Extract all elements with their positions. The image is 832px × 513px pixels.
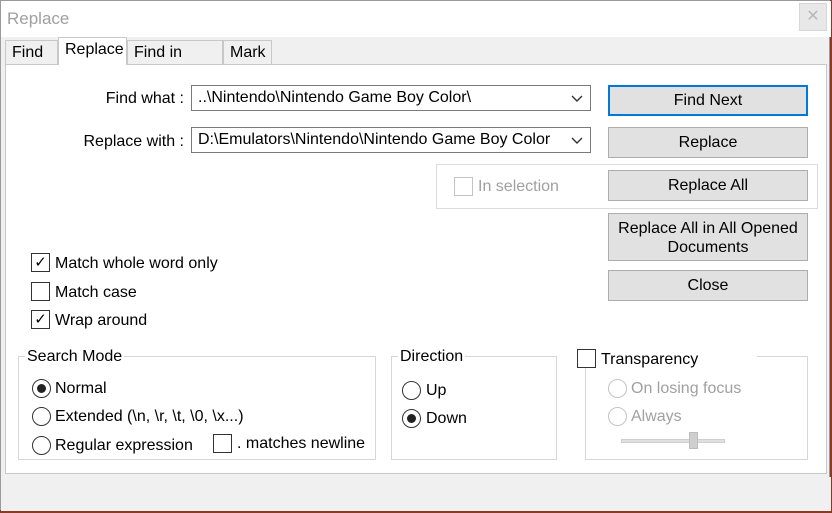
extended-radio[interactable]	[32, 407, 51, 426]
replace-all-opened-line2: Documents	[667, 239, 749, 256]
find-what-label: Find what :	[105, 90, 184, 107]
direction-group	[391, 356, 557, 460]
in-selection-checkbox[interactable]	[454, 177, 473, 196]
tab-mark[interactable]: Mark	[223, 40, 272, 64]
regex-label: Regular expression	[55, 437, 193, 454]
match-whole-word-checkbox[interactable]: ✓	[31, 253, 50, 272]
status-bar	[1, 477, 831, 511]
title-bar: Replace ✕	[1, 1, 831, 37]
transparency-slider-thumb[interactable]	[689, 432, 698, 449]
replace-with-combo[interactable]: D:\Emulators\Nintendo\Nintendo Game Boy …	[191, 127, 591, 153]
extended-label: Extended (\n, \r, \t, \0, \x...)	[55, 408, 244, 425]
replace-with-value: D:\Emulators\Nintendo\Nintendo Game Boy …	[198, 131, 551, 148]
tab-find[interactable]: Find	[5, 40, 58, 64]
on-losing-focus-label: On losing focus	[631, 380, 742, 397]
always-radio[interactable]	[608, 407, 627, 426]
direction-title: Direction	[398, 348, 466, 366]
search-mode-title: Search Mode	[25, 348, 125, 366]
always-label: Always	[631, 408, 682, 425]
find-what-value: ..\Nintendo\Nintendo Game Boy Color\	[198, 89, 472, 106]
wrap-around-checkbox[interactable]: ✓	[31, 310, 50, 329]
radio-dot	[37, 384, 46, 393]
window-title: Replace	[7, 9, 70, 28]
down-label: Down	[426, 410, 467, 427]
check-icon: ✓	[34, 311, 47, 328]
on-losing-focus-radio[interactable]	[608, 379, 627, 398]
match-case-checkbox[interactable]	[31, 282, 50, 301]
find-next-button[interactable]: Find Next	[608, 85, 808, 116]
matches-newline-label: . matches newline	[237, 435, 366, 452]
transparency-slider-track[interactable]	[621, 439, 725, 443]
replace-button[interactable]: Replace	[608, 127, 808, 158]
replace-dialog: Replace ✕ Find Replace Find in Files Mar…	[0, 0, 831, 511]
match-case-label: Match case	[55, 284, 137, 301]
close-icon[interactable]: ✕	[799, 3, 827, 31]
up-radio[interactable]	[402, 381, 421, 400]
replace-all-button[interactable]: Replace All	[608, 170, 808, 201]
tab-find-in-files[interactable]: Find in Files	[127, 40, 223, 81]
match-whole-word-label: Match whole word only	[55, 255, 218, 272]
tab-replace[interactable]: Replace	[58, 37, 127, 65]
radio-dot	[407, 414, 416, 423]
normal-label: Normal	[55, 380, 107, 397]
replace-with-label: Replace with :	[83, 133, 185, 150]
regex-radio[interactable]	[32, 436, 51, 455]
wrap-around-label: Wrap around	[55, 312, 148, 329]
chevron-down-icon[interactable]	[570, 129, 584, 151]
in-selection-label: In selection	[478, 178, 559, 195]
check-icon: ✓	[34, 254, 47, 271]
down-radio[interactable]	[402, 409, 421, 428]
matches-newline-checkbox[interactable]	[213, 434, 232, 453]
chevron-down-icon[interactable]	[570, 87, 584, 109]
replace-all-opened-line1: Replace All in All Opened	[618, 220, 798, 237]
find-what-combo[interactable]: ..\Nintendo\Nintendo Game Boy Color\	[191, 85, 591, 111]
normal-radio[interactable]	[32, 379, 51, 398]
close-button[interactable]: Close	[608, 270, 808, 301]
up-label: Up	[426, 382, 447, 399]
transparency-label: Transparency	[601, 351, 699, 368]
transparency-checkbox[interactable]	[577, 349, 596, 368]
replace-all-opened-button[interactable]: Replace All in All Opened Documents	[608, 213, 808, 261]
